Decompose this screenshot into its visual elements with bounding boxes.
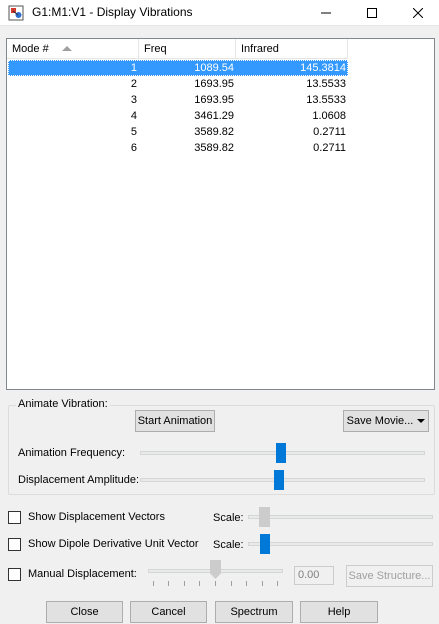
start-animation-button[interactable]: Start Animation xyxy=(135,410,215,432)
displacement-amplitude-label: Displacement Amplitude: xyxy=(18,474,140,486)
infrared-cell: 13.5533 xyxy=(306,94,346,106)
help-button[interactable]: Help xyxy=(300,601,378,623)
dipole-scale-track[interactable] xyxy=(248,542,433,546)
animate-vibration-label: Animate Vibration: xyxy=(16,398,110,410)
manual-displacement-checkbox[interactable] xyxy=(8,568,21,581)
vectors-scale-slider-thumb xyxy=(259,507,270,527)
save-movie-label: Save Movie... xyxy=(346,415,414,427)
maximize-button[interactable] xyxy=(349,0,395,26)
dipole-scale-label: Scale: xyxy=(213,539,244,551)
freq-cell: 1089.54 xyxy=(139,60,236,76)
slider-tick xyxy=(262,581,263,586)
freq-cell: 3589.82 xyxy=(194,142,234,154)
column-header-infrared[interactable]: Infrared xyxy=(236,39,348,59)
manual-displacement-value-field: 0.00 xyxy=(294,566,334,585)
show-dipole-derivative-checkbox[interactable] xyxy=(8,538,21,551)
freq-cell: 1693.95 xyxy=(194,78,234,90)
column-header-mode-label: Mode # xyxy=(12,43,49,55)
mode-cell: 6 xyxy=(130,142,137,154)
vibration-modes-list[interactable]: Mode # Freq Infrared 1 1089.54 145.3814 … xyxy=(6,38,435,390)
show-displacement-vectors-checkbox[interactable] xyxy=(8,511,21,524)
save-structure-button: Save Structure... xyxy=(346,565,433,587)
table-row[interactable]: 4 3461.29 1.0608 xyxy=(8,108,348,124)
slider-tick xyxy=(153,581,154,586)
slider-tick xyxy=(246,581,247,586)
table-row[interactable]: 2 1693.95 13.5533 xyxy=(8,76,348,92)
dipole-scale-slider-thumb[interactable] xyxy=(260,534,270,554)
slider-tick xyxy=(231,581,232,586)
mode-cell: 3 xyxy=(130,94,137,106)
infrared-cell: 13.5533 xyxy=(306,78,346,90)
slider-tick xyxy=(184,581,185,586)
close-button[interactable]: Close xyxy=(46,601,123,623)
infrared-cell: 0.2711 xyxy=(313,126,346,138)
sort-ascending-icon xyxy=(62,46,72,51)
table-row[interactable]: 5 3589.82 0.2711 xyxy=(8,124,348,140)
vectors-scale-label: Scale: xyxy=(213,512,244,524)
slider-tick xyxy=(168,581,169,586)
infrared-cell: 145.3814 xyxy=(236,60,348,76)
freq-cell: 3589.82 xyxy=(194,126,234,138)
freq-cell: 3461.29 xyxy=(194,110,234,122)
mode-cell: 4 xyxy=(130,110,137,122)
minimize-button[interactable] xyxy=(303,0,349,26)
vectors-scale-track xyxy=(248,515,433,519)
show-dipole-derivative-label: Show Dipole Derivative Unit Vector xyxy=(28,538,199,550)
gaussview-app-icon xyxy=(8,5,24,21)
displacement-amplitude-slider-thumb[interactable] xyxy=(274,470,284,490)
title-bar: G1:M1:V1 - Display Vibrations xyxy=(0,0,439,26)
column-header-mode[interactable]: Mode # xyxy=(7,39,139,59)
animation-frequency-label: Animation Frequency: xyxy=(18,447,125,459)
slider-tick xyxy=(199,581,200,586)
mode-cell: 1 xyxy=(8,60,139,76)
table-row[interactable]: 6 3589.82 0.2711 xyxy=(8,140,348,156)
close-window-button[interactable] xyxy=(395,0,439,26)
cancel-button[interactable]: Cancel xyxy=(130,601,207,623)
show-displacement-vectors-label: Show Displacement Vectors xyxy=(28,511,165,523)
list-header: Mode # Freq Infrared xyxy=(7,39,434,59)
infrared-cell: 0.2711 xyxy=(313,142,346,154)
dropdown-arrow-icon xyxy=(417,419,426,423)
slider-tick xyxy=(215,581,216,586)
manual-displacement-slider-thumb xyxy=(210,560,221,579)
table-row[interactable]: 3 1693.95 13.5533 xyxy=(8,92,348,108)
infrared-cell: 1.0608 xyxy=(312,110,346,122)
table-row-selected[interactable]: 1 1089.54 145.3814 xyxy=(8,60,348,76)
column-header-freq[interactable]: Freq xyxy=(139,39,236,59)
mode-cell: 2 xyxy=(130,78,137,90)
animation-frequency-slider-thumb[interactable] xyxy=(276,443,286,463)
mode-cell: 5 xyxy=(130,126,137,138)
freq-cell: 1693.95 xyxy=(194,94,234,106)
manual-displacement-label: Manual Displacement: xyxy=(28,568,137,580)
save-movie-button[interactable]: Save Movie... xyxy=(343,410,429,432)
window-title: G1:M1:V1 - Display Vibrations xyxy=(32,5,193,19)
spectrum-button[interactable]: Spectrum xyxy=(215,601,293,623)
slider-tick xyxy=(277,581,278,586)
